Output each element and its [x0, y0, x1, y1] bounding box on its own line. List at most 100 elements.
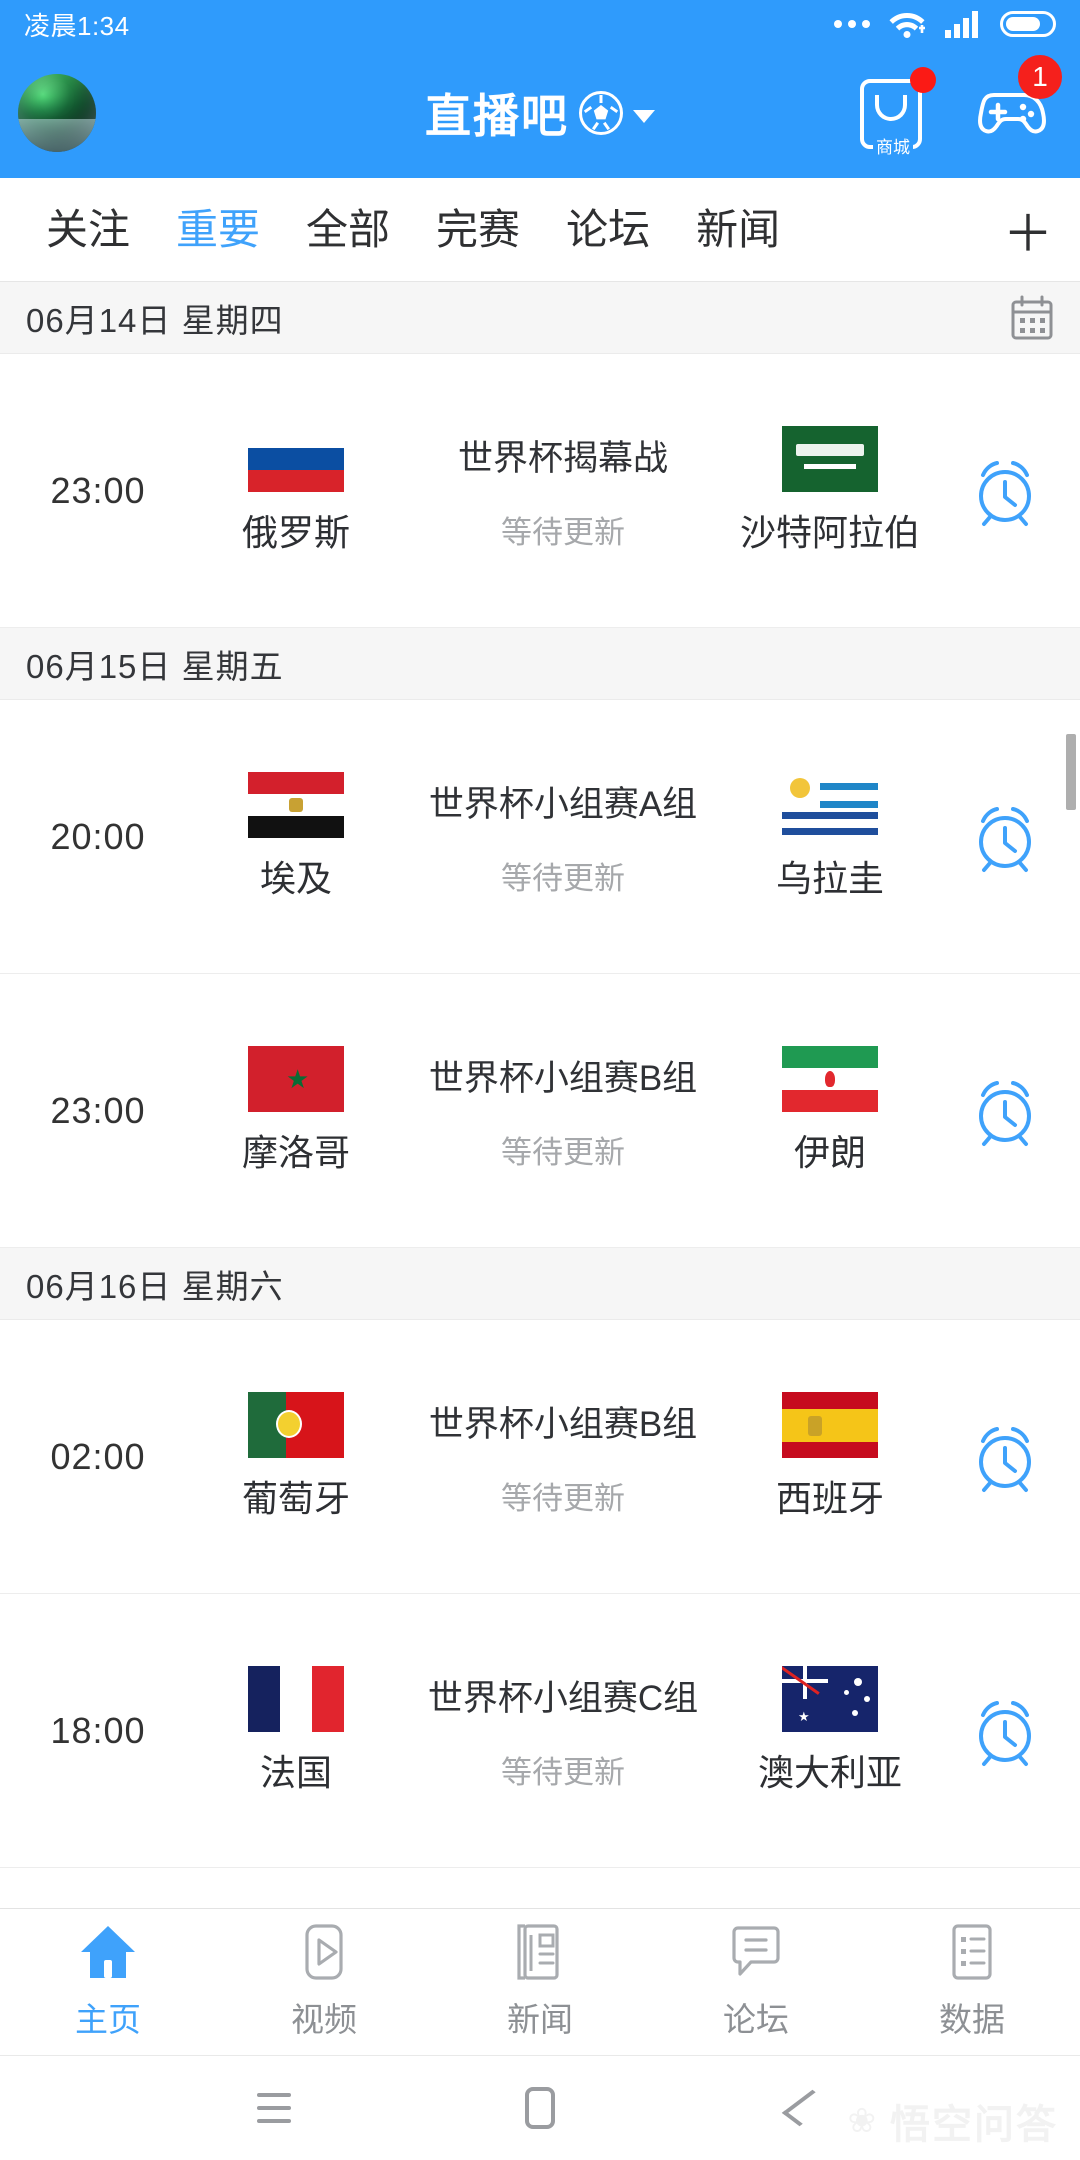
home-team-name: 俄罗斯 — [241, 512, 350, 553]
match-row[interactable]: 18:00 法国 世界杯小组赛C组 等待更新 ★ 澳大利亚 — [0, 1594, 1080, 1868]
match-row[interactable]: 23:00 俄罗斯 世界杯揭幕战 等待更新 沙特阿拉伯 — [0, 354, 1080, 628]
home-square-icon[interactable] — [505, 2073, 575, 2143]
newspaper-icon — [517, 1924, 559, 1980]
alarm-button[interactable] — [930, 800, 1080, 874]
alarm-button[interactable] — [930, 1694, 1080, 1768]
shop-button[interactable]: 商城 — [852, 67, 936, 158]
bottom-nav-label: 新闻 — [507, 2001, 573, 2038]
home-team-name: 葡萄牙 — [241, 1478, 350, 1519]
match-league: 世界杯小组赛A组 — [428, 784, 698, 824]
date-header: 06月16日 星期六 — [0, 1248, 1080, 1320]
tab-guanzhu[interactable]: 关注 — [46, 178, 130, 281]
egypt-flag — [248, 772, 344, 838]
match-status: 等待更新 — [501, 1134, 625, 1170]
app-header: 直播吧 商城 1 — [0, 48, 1080, 178]
portugal-flag — [248, 1392, 344, 1458]
match-league: 世界杯小组赛C组 — [427, 1678, 699, 1718]
wifi-icon — [889, 13, 925, 38]
match-info: 世界杯小组赛B组 等待更新 — [396, 1396, 730, 1518]
back-chevron-icon[interactable] — [771, 2073, 841, 2143]
away-team: 西班牙 — [730, 1392, 930, 1521]
match-row[interactable]: 20:00 埃及 世界杯小组赛A组 等待更新 乌拉圭 — [0, 700, 1080, 974]
bottom-nav-item-home[interactable]: 主页 — [0, 1923, 216, 2041]
bottom-nav-label: 主页 — [75, 2001, 141, 2038]
away-team-name: 西班牙 — [775, 1478, 884, 1519]
tab-luntan[interactable]: 论坛 — [566, 178, 650, 281]
home-team: 葡萄牙 — [196, 1392, 396, 1521]
bottom-nav: 主页 视频 新闻 论坛 数据 — [0, 1908, 1080, 2056]
morocco-flag: ★ — [248, 1046, 344, 1112]
away-team-name: 乌拉圭 — [775, 858, 884, 899]
date-label: 06月16日 星期六 — [26, 1267, 284, 1305]
away-team-name: 澳大利亚 — [757, 1752, 902, 1793]
home-team: 埃及 — [196, 772, 396, 901]
bottom-nav-item-news[interactable]: 新闻 — [432, 1923, 648, 2041]
bottom-nav-label: 视频 — [291, 2001, 357, 2038]
add-tab-button[interactable]: ＋ — [992, 178, 1064, 281]
tab-wansai[interactable]: 完赛 — [436, 178, 520, 281]
app-title-button[interactable]: 直播吧 — [425, 80, 655, 146]
menu-icon[interactable] — [239, 2073, 309, 2143]
bottom-nav-item-video[interactable]: 视频 — [216, 1923, 432, 2041]
tab-zhongyao[interactable]: 重要 — [176, 178, 260, 281]
away-team-name: 伊朗 — [793, 1132, 866, 1173]
status-bar: 凌晨1:34 — [0, 0, 1080, 48]
alarm-clock-icon — [979, 1426, 1031, 1492]
alarm-button[interactable] — [930, 1420, 1080, 1494]
iran-flag — [782, 1046, 878, 1112]
match-status: 等待更新 — [501, 514, 625, 550]
alarm-button[interactable] — [930, 454, 1080, 528]
match-status: 等待更新 — [501, 1480, 625, 1516]
tab-bar: 关注 重要 全部 完赛 论坛 新闻 ＋ — [0, 178, 1080, 282]
match-list[interactable]: 06月14日 星期四 23:00 俄罗斯 世界杯揭幕战 等待更新 沙特阿拉伯 0… — [0, 282, 1080, 1908]
match-time: 23:00 — [50, 1089, 146, 1131]
alarm-button[interactable] — [930, 1074, 1080, 1148]
away-team: 沙特阿拉伯 — [730, 426, 930, 555]
bottom-nav-item-data[interactable]: 数据 — [864, 1923, 1080, 2041]
alarm-clock-icon — [979, 1700, 1031, 1766]
scrollbar-track[interactable] — [1066, 282, 1078, 1908]
status-time: 凌晨1:34 — [24, 10, 130, 41]
tab-xinwen[interactable]: 新闻 — [696, 178, 780, 281]
app-root: 凌晨1:34 直播吧 商城 1 关注 重要 全部 完赛 论坛 新闻 ＋ 06月1… — [0, 0, 1080, 2160]
bottom-nav-label: 数据 — [939, 2001, 1005, 2038]
match-row[interactable]: 02:00 葡萄牙 世界杯小组赛B组 等待更新 西班牙 — [0, 1320, 1080, 1594]
game-count-badge: 1 — [1018, 55, 1062, 99]
australia-flag: ★ — [782, 1666, 878, 1732]
scrollbar-thumb[interactable] — [1066, 734, 1076, 810]
shop-label: 商城 — [873, 133, 913, 158]
home-team: 俄罗斯 — [196, 426, 396, 555]
home-team: ★ 摩洛哥 — [196, 1046, 396, 1175]
away-team: ★ 澳大利亚 — [730, 1666, 930, 1795]
game-button[interactable]: 1 — [968, 55, 1062, 155]
home-team-name: 法国 — [259, 1752, 332, 1793]
signal-icon — [945, 11, 978, 38]
chevron-down-icon[interactable] — [633, 109, 655, 123]
alarm-clock-icon — [979, 1080, 1031, 1146]
bottom-nav-item-forum[interactable]: 论坛 — [648, 1923, 864, 2041]
watermark-logo-icon: ❀ — [847, 2102, 878, 2140]
match-row[interactable]: 23:00 ★ 摩洛哥 世界杯小组赛B组 等待更新 伊朗 — [0, 974, 1080, 1248]
date-label: 06月14日 星期四 — [26, 301, 284, 339]
russia-flag — [248, 426, 344, 492]
watermark: ❀ 悟空问答 — [848, 2092, 1059, 2150]
away-team: 伊朗 — [730, 1046, 930, 1175]
date-header: 06月14日 星期四 — [0, 282, 1080, 354]
home-icon — [81, 1926, 135, 1978]
chat-bubble-icon — [732, 1926, 780, 1976]
status-icons — [834, 9, 1056, 39]
saudi-arabia-flag — [782, 426, 878, 492]
home-team: 法国 — [196, 1666, 396, 1795]
home-team-name: 摩洛哥 — [241, 1132, 350, 1173]
tab-quanbu[interactable]: 全部 — [306, 178, 390, 281]
avatar[interactable] — [18, 74, 96, 152]
calendar-icon[interactable] — [1010, 295, 1054, 341]
match-info: 世界杯揭幕战 等待更新 — [396, 430, 730, 552]
match-time: 02:00 — [50, 1435, 146, 1477]
match-info: 世界杯小组赛A组 等待更新 — [396, 776, 730, 898]
soccer-ball-icon — [579, 91, 623, 135]
uruguay-flag — [782, 772, 878, 838]
match-status: 等待更新 — [501, 860, 625, 896]
match-time: 20:00 — [50, 815, 146, 857]
watermark-text: 悟空问答 — [890, 2103, 1058, 2147]
